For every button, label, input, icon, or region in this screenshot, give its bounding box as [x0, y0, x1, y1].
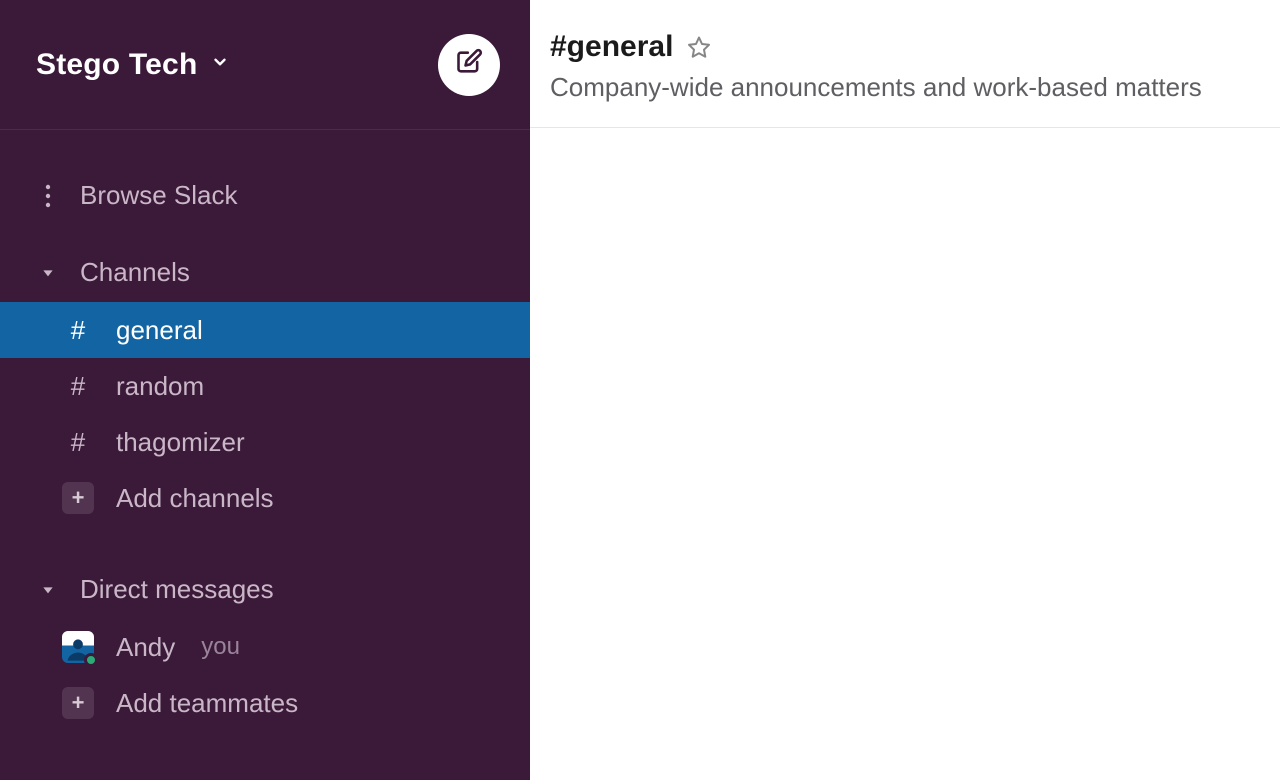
hash-icon: #	[62, 426, 94, 458]
channel-title[interactable]: #general	[550, 30, 673, 64]
workspace-switcher[interactable]: Stego Tech	[36, 48, 229, 82]
add-teammates-label: Add teammates	[116, 688, 298, 719]
hash-icon: #	[62, 314, 94, 346]
more-vertical-icon	[36, 183, 60, 209]
main-area: #general Company-wide announcements and …	[530, 0, 1280, 780]
add-channels-button[interactable]: + Add channels	[0, 470, 530, 526]
workspace-name: Stego Tech	[36, 48, 197, 82]
channel-item-general[interactable]: # general	[0, 302, 530, 358]
channel-item-label: general	[116, 315, 203, 346]
dm-you-tag: you	[201, 633, 240, 661]
channel-item-random[interactable]: # random	[0, 358, 530, 414]
sidebar: Stego Tech Browse Slack Ch	[0, 0, 530, 780]
dm-item-andy[interactable]: Andy you	[0, 619, 530, 675]
star-channel-button[interactable]	[687, 35, 711, 59]
hash-icon: #	[62, 370, 94, 402]
channel-item-thagomizer[interactable]: # thagomizer	[0, 414, 530, 470]
add-teammates-button[interactable]: + Add teammates	[0, 675, 530, 731]
channel-item-label: random	[116, 371, 204, 402]
add-channels-label: Add channels	[116, 483, 274, 514]
sidebar-body: Browse Slack Channels # general # random…	[0, 130, 530, 731]
channel-header: #general Company-wide announcements and …	[530, 0, 1280, 128]
avatar	[62, 631, 94, 663]
caret-down-icon	[36, 582, 60, 598]
presence-active-icon	[84, 653, 98, 667]
channels-section-header[interactable]: Channels	[0, 243, 530, 302]
dm-section-header[interactable]: Direct messages	[0, 560, 530, 619]
chevron-down-icon	[211, 53, 229, 76]
channel-topic[interactable]: Company-wide announcements and work-base…	[550, 72, 1260, 103]
browse-slack-label: Browse Slack	[80, 180, 238, 211]
channels-section-label: Channels	[80, 257, 190, 288]
browse-slack-button[interactable]: Browse Slack	[0, 166, 530, 225]
channel-item-label: thagomizer	[116, 427, 245, 458]
plus-icon: +	[62, 687, 94, 719]
compose-icon	[455, 48, 483, 81]
caret-down-icon	[36, 265, 60, 281]
dm-item-label: Andy	[116, 632, 175, 663]
plus-icon: +	[62, 482, 94, 514]
star-outline-icon	[687, 35, 711, 59]
sidebar-header: Stego Tech	[0, 0, 530, 130]
channel-title-row: #general	[550, 30, 1260, 64]
dm-section-label: Direct messages	[80, 574, 274, 605]
compose-button[interactable]	[438, 34, 500, 96]
